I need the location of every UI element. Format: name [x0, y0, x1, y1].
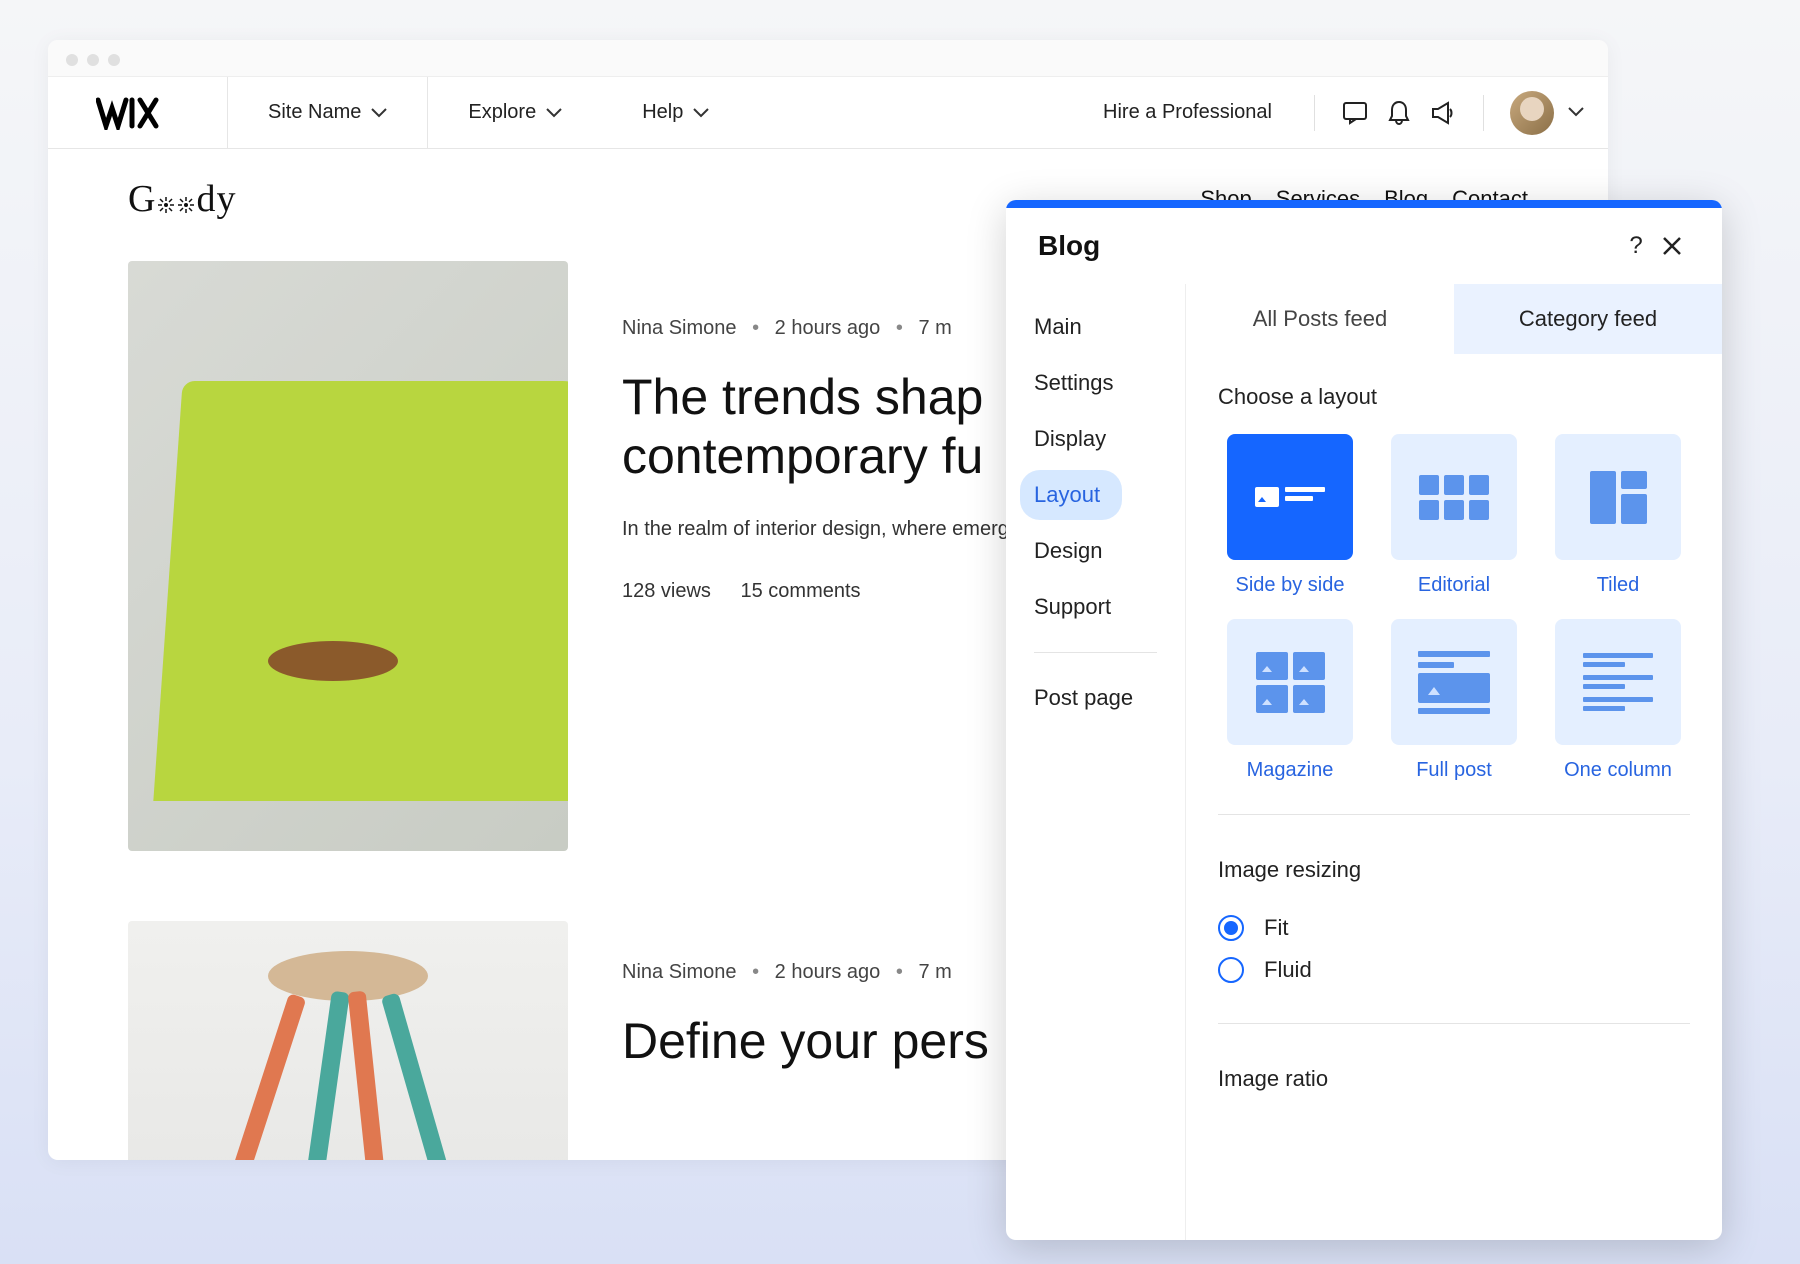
wix-logo[interactable]: [48, 77, 228, 148]
layout-section: Choose a layout Side by side: [1186, 354, 1722, 802]
layout-side-by-side[interactable]: Side by side: [1218, 434, 1362, 597]
chevron-down-icon: [546, 108, 562, 118]
panel-accent-bar: [1006, 200, 1722, 208]
sidebar-item-post-page[interactable]: Post page: [1020, 673, 1171, 723]
layout-label: Side by side: [1236, 574, 1345, 597]
traffic-dot: [66, 54, 78, 66]
avatar-dropdown[interactable]: [1568, 104, 1584, 122]
layout-section-title: Choose a layout: [1218, 384, 1690, 410]
layout-one-column[interactable]: One column: [1546, 619, 1690, 782]
radio-fluid[interactable]: Fluid: [1218, 949, 1690, 991]
post-readtime: 7 m: [918, 317, 951, 339]
site-name-dropdown[interactable]: Site Name: [228, 77, 428, 148]
chevron-down-icon: [371, 108, 387, 118]
sidebar-divider: [1034, 652, 1157, 653]
divider: [1483, 95, 1484, 131]
post-readtime: 7 m: [918, 961, 951, 983]
post-author: Nina Simone: [622, 961, 737, 983]
chevron-down-icon: [1568, 107, 1584, 117]
feed-tabs: All Posts feed Category feed: [1186, 284, 1722, 354]
panel-sidebar: Main Settings Display Layout Design Supp…: [1006, 284, 1186, 1240]
sidebar-item-settings[interactable]: Settings: [1020, 358, 1171, 408]
blog-settings-panel: Blog ? Main Settings Display Layout Desi…: [1006, 200, 1722, 1240]
explore-dropdown[interactable]: Explore: [428, 77, 602, 148]
section-divider: [1218, 814, 1690, 815]
layout-editorial[interactable]: Editorial: [1382, 434, 1526, 597]
panel-content: All Posts feed Category feed Choose a la…: [1186, 284, 1722, 1240]
sidebar-item-layout[interactable]: Layout: [1020, 470, 1122, 520]
resizing-title: Image resizing: [1218, 857, 1690, 883]
sidebar-item-design[interactable]: Design: [1020, 526, 1171, 576]
help-icon[interactable]: ?: [1618, 228, 1654, 264]
site-name-label: Site Name: [268, 101, 361, 124]
sidebar-item-display[interactable]: Display: [1020, 414, 1171, 464]
megaphone-icon[interactable]: [1421, 91, 1465, 135]
radio-label: Fluid: [1264, 957, 1312, 983]
layout-label: Full post: [1416, 759, 1492, 782]
sidebar-item-main[interactable]: Main: [1020, 302, 1171, 352]
help-dropdown[interactable]: Help: [602, 77, 749, 148]
traffic-dot: [87, 54, 99, 66]
explore-label: Explore: [468, 101, 536, 124]
post-views: 128 views: [622, 580, 711, 602]
post-image: [128, 921, 568, 1160]
brand-glyph: [158, 179, 174, 195]
top-bar: Site Name Explore Help Hire a Profession…: [48, 77, 1608, 149]
radio-fit[interactable]: Fit: [1218, 907, 1690, 949]
user-avatar[interactable]: [1510, 91, 1554, 135]
resizing-section: Image resizing Fit Fluid: [1186, 827, 1722, 1011]
layout-options: Side by side Editorial Tiled: [1218, 434, 1690, 782]
ratio-section: Image ratio: [1186, 1036, 1722, 1092]
traffic-dot: [108, 54, 120, 66]
chevron-down-icon: [693, 108, 709, 118]
sidebar-item-support[interactable]: Support: [1020, 582, 1171, 632]
radio-label: Fit: [1264, 915, 1288, 941]
panel-header: Blog ?: [1006, 208, 1722, 284]
ratio-title: Image ratio: [1218, 1066, 1690, 1092]
divider: [1314, 95, 1315, 131]
help-label: Help: [642, 101, 683, 124]
layout-label: One column: [1564, 759, 1672, 782]
bell-icon[interactable]: [1377, 91, 1421, 135]
window-controls: [48, 40, 1608, 77]
chat-icon[interactable]: [1333, 91, 1377, 135]
radio-icon: [1218, 915, 1244, 941]
radio-icon: [1218, 957, 1244, 983]
panel-title: Blog: [1038, 230, 1100, 262]
tab-all-posts[interactable]: All Posts feed: [1186, 284, 1454, 354]
post-comments: 15 comments: [741, 580, 861, 602]
layout-label: Magazine: [1247, 759, 1334, 782]
layout-tiled[interactable]: Tiled: [1546, 434, 1690, 597]
layout-magazine[interactable]: Magazine: [1218, 619, 1362, 782]
brand-glyph: [178, 179, 194, 195]
close-icon[interactable]: [1654, 228, 1690, 264]
layout-label: Tiled: [1597, 574, 1640, 597]
post-time: 2 hours ago: [775, 961, 881, 983]
hire-professional-link[interactable]: Hire a Professional: [1079, 101, 1296, 124]
post-image: [128, 261, 568, 851]
post-author: Nina Simone: [622, 317, 737, 339]
layout-full-post[interactable]: Full post: [1382, 619, 1526, 782]
post-time: 2 hours ago: [775, 317, 881, 339]
site-brand[interactable]: Gdy: [128, 177, 236, 221]
section-divider: [1218, 1023, 1690, 1024]
tab-category-feed[interactable]: Category feed: [1454, 284, 1722, 354]
layout-label: Editorial: [1418, 574, 1490, 597]
